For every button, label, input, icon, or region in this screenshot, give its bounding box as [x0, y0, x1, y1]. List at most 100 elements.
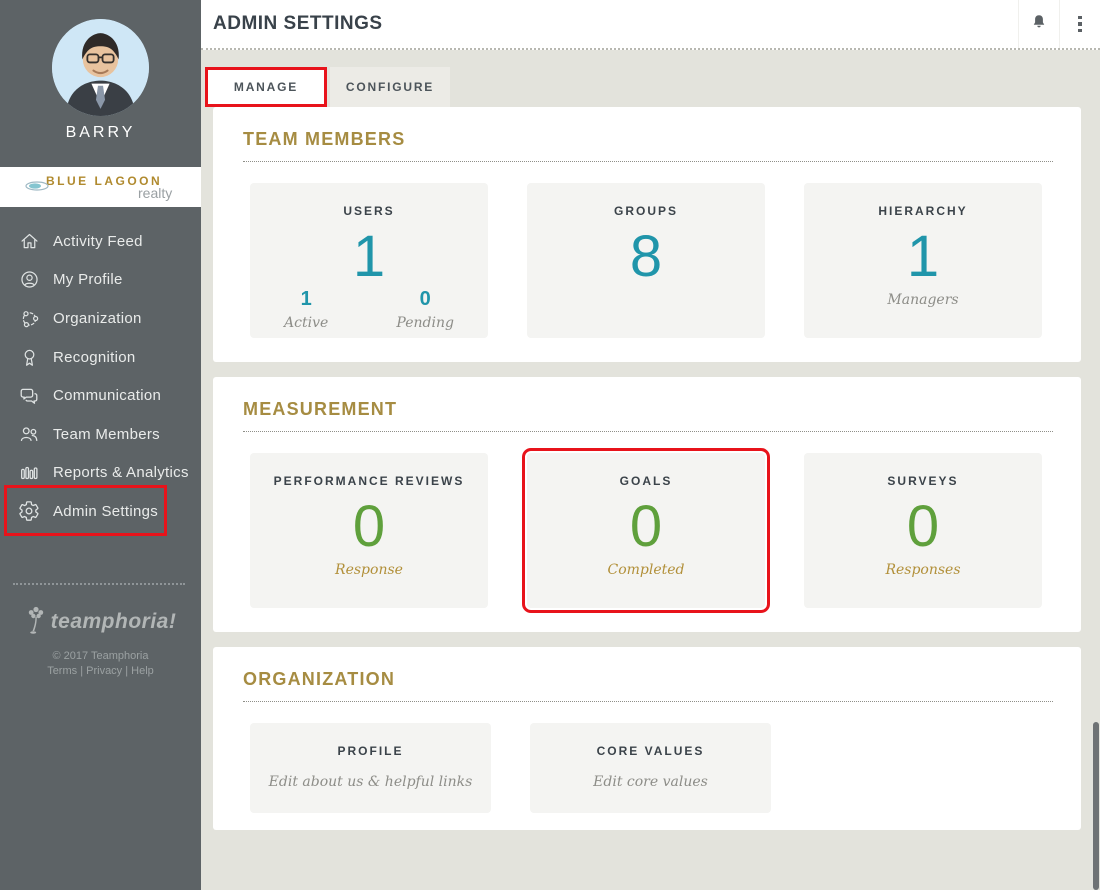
tab-manage[interactable]: MANAGE [205, 67, 327, 107]
substat-value: 0 [396, 288, 454, 311]
teamphoria-wordmark: teamphoria! [51, 610, 177, 634]
card-title: PERFORMANCE REVIEWS [274, 474, 465, 488]
section-organization: ORGANIZATION PROFILE Edit about us & hel… [213, 647, 1081, 830]
sidebar-nav: Activity Feed My Profile Organization Re… [0, 222, 201, 531]
section-title: ORGANIZATION [243, 669, 1053, 702]
home-icon [17, 229, 41, 253]
vertical-scrollbar-thumb[interactable] [1093, 722, 1099, 890]
user-circle-icon [17, 268, 41, 292]
user-name: BARRY [0, 124, 201, 142]
gear-icon [17, 499, 41, 523]
people-icon [17, 422, 41, 446]
card-sublabel: Completed [607, 562, 684, 578]
card-description: Edit core values [593, 774, 708, 790]
avatar-photo [52, 19, 149, 116]
sidebar-item-label: Communication [53, 387, 161, 404]
footer-links: Terms | Privacy | Help [0, 665, 201, 677]
card-description: Edit about us & helpful links [269, 774, 473, 790]
kebab-menu-icon [1078, 16, 1082, 33]
sidebar-item-label: Organization [53, 310, 142, 327]
app-window: BARRY BLUE LAGOON realty Activity Feed [0, 0, 1100, 890]
card-row: PERFORMANCE REVIEWS 0 Response GOALS 0 C… [250, 453, 1081, 608]
sidebar-item-organization[interactable]: Organization [0, 299, 201, 338]
bell-icon [1030, 12, 1048, 37]
sidebar-item-team-members[interactable]: Team Members [0, 415, 201, 454]
sidebar-item-label: Activity Feed [53, 233, 143, 250]
substat-active: 1 Active [284, 288, 328, 331]
notifications-button[interactable] [1018, 0, 1059, 48]
card-value: 0 [353, 497, 385, 558]
card-profile[interactable]: PROFILE Edit about us & helpful links [250, 723, 491, 813]
terms-link[interactable]: Terms [47, 665, 77, 677]
card-sublabel: Responses [885, 562, 960, 578]
card-title: GOALS [620, 474, 673, 488]
substat-label: Pending [396, 315, 454, 331]
sidebar-item-reports-analytics[interactable]: Reports & Analytics [0, 454, 201, 493]
sidebar-item-admin-settings[interactable]: Admin Settings [0, 492, 201, 531]
card-value: 1 [353, 227, 385, 288]
card-performance-reviews[interactable]: PERFORMANCE REVIEWS 0 Response [250, 453, 488, 608]
sidebar: BARRY BLUE LAGOON realty Activity Feed [0, 0, 201, 890]
card-value: 0 [630, 497, 662, 558]
sidebar-item-label: Team Members [53, 426, 160, 443]
card-core-values[interactable]: CORE VALUES Edit core values [530, 723, 771, 813]
card-title: GROUPS [614, 204, 678, 218]
page-title: ADMIN SETTINGS [213, 0, 383, 48]
overflow-menu-button[interactable] [1059, 0, 1100, 48]
card-sublabel: Managers [887, 292, 958, 308]
tab-bar: MANAGE CONFIGURE [205, 67, 450, 107]
privacy-link[interactable]: Privacy [86, 665, 122, 677]
card-groups[interactable]: GROUPS 8 [527, 183, 765, 338]
copyright-text: © 2017 Teamphoria [0, 650, 201, 662]
card-title: CORE VALUES [597, 744, 705, 758]
substat-value: 1 [284, 288, 328, 311]
card-row: PROFILE Edit about us & helpful links CO… [250, 723, 1081, 813]
section-team-members: TEAM MEMBERS USERS 1 1 Active 0 Pending [213, 107, 1081, 362]
bar-chart-icon [17, 461, 41, 485]
card-users[interactable]: USERS 1 1 Active 0 Pending [250, 183, 488, 338]
avatar [52, 19, 149, 116]
section-title: MEASUREMENT [243, 399, 1053, 432]
card-value: 1 [907, 227, 939, 288]
main-content: ADMIN SETTINGS MANAGE CONFIGURE [201, 0, 1100, 890]
card-title: PROFILE [337, 744, 403, 758]
sidebar-item-label: Reports & Analytics [53, 464, 189, 481]
card-sublabel: Response [335, 562, 403, 578]
card-title: SURVEYS [887, 474, 958, 488]
substats: 1 Active 0 Pending [250, 288, 488, 331]
link-separator: | [80, 665, 83, 677]
sidebar-item-activity-feed[interactable]: Activity Feed [0, 222, 201, 261]
card-goals[interactable]: GOALS 0 Completed [527, 453, 765, 608]
sidebar-item-communication[interactable]: Communication [0, 376, 201, 415]
help-link[interactable]: Help [131, 665, 154, 677]
sidebar-divider [13, 583, 185, 585]
top-bar: ADMIN SETTINGS [201, 0, 1100, 50]
card-title: USERS [343, 204, 394, 218]
company-logo: BLUE LAGOON realty [0, 167, 201, 207]
sidebar-item-label: My Profile [53, 271, 123, 288]
sidebar-item-my-profile[interactable]: My Profile [0, 261, 201, 300]
link-separator: | [125, 665, 128, 677]
sidebar-item-label: Admin Settings [53, 503, 158, 520]
teamphoria-flower-icon [25, 605, 47, 640]
sidebar-item-recognition[interactable]: Recognition [0, 338, 201, 377]
substat-label: Active [284, 315, 328, 331]
card-hierarchy[interactable]: HIERARCHY 1 Managers [804, 183, 1042, 338]
network-icon [17, 306, 41, 330]
company-logo-icon [24, 178, 50, 199]
section-measurement: MEASUREMENT PERFORMANCE REVIEWS 0 Respon… [213, 377, 1081, 632]
card-row: USERS 1 1 Active 0 Pending GROUP [250, 183, 1081, 338]
company-name-sub: realty [138, 185, 172, 201]
award-ribbon-icon [17, 345, 41, 369]
card-value: 0 [907, 497, 939, 558]
substat-pending: 0 Pending [396, 288, 454, 331]
tab-configure[interactable]: CONFIGURE [330, 67, 450, 107]
chat-bubbles-icon [17, 384, 41, 408]
card-title: HIERARCHY [878, 204, 967, 218]
card-surveys[interactable]: SURVEYS 0 Responses [804, 453, 1042, 608]
card-value: 8 [630, 227, 662, 288]
teamphoria-logo: teamphoria! [0, 601, 201, 643]
section-title: TEAM MEMBERS [243, 129, 1053, 162]
topbar-actions [1018, 0, 1100, 48]
sidebar-item-label: Recognition [53, 349, 136, 366]
